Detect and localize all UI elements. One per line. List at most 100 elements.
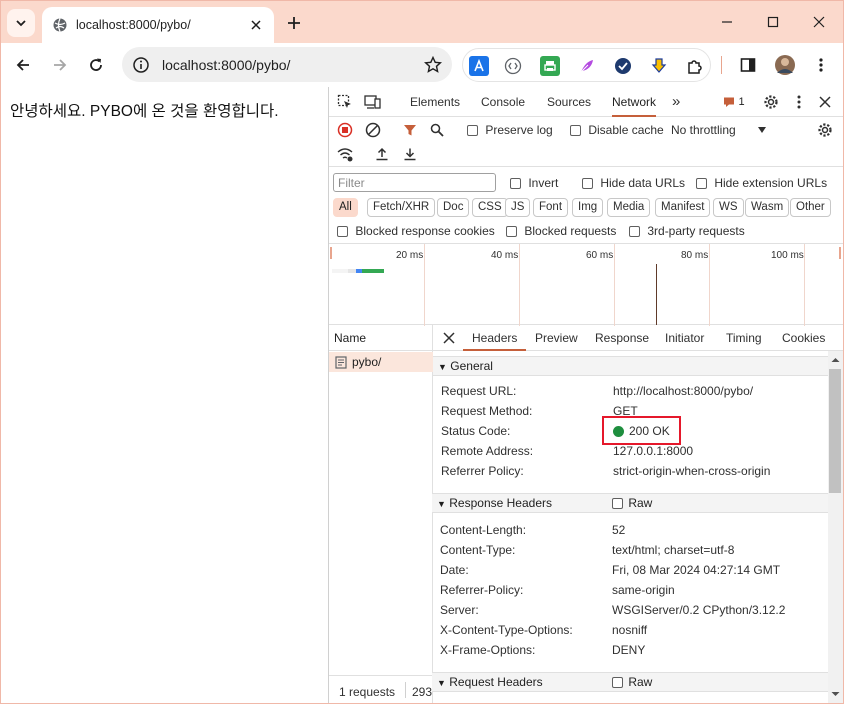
tab-console[interactable]: Console bbox=[481, 87, 525, 117]
reload-button[interactable] bbox=[82, 51, 110, 79]
download-extension-icon[interactable] bbox=[649, 56, 669, 76]
star-icon[interactable] bbox=[424, 55, 442, 74]
detail-scrollbar[interactable] bbox=[828, 351, 843, 703]
response-raw-check[interactable] bbox=[612, 498, 623, 510]
response-headers-header[interactable]: ▼ Response Headers Raw bbox=[432, 493, 828, 513]
type-filter-js[interactable]: JS bbox=[505, 198, 531, 217]
tab-headers[interactable]: Headers bbox=[463, 325, 527, 351]
close-window-button[interactable] bbox=[796, 7, 842, 37]
side-panel-button[interactable] bbox=[734, 51, 762, 79]
filter-funnel-icon[interactable] bbox=[401, 121, 419, 139]
tab-title: localhost:8000/pybo/ bbox=[76, 18, 191, 32]
network-conditions-wifi-icon[interactable] bbox=[336, 145, 354, 163]
puzzle-extensions-icon[interactable] bbox=[685, 56, 705, 76]
tab-elements[interactable]: Elements bbox=[410, 87, 460, 117]
tab-response[interactable]: Response bbox=[595, 325, 649, 351]
feather-extension-icon[interactable] bbox=[577, 56, 597, 76]
address-bar[interactable]: localhost:8000/pybo/ bbox=[122, 47, 452, 82]
type-filter-manifest[interactable]: Manifest bbox=[655, 198, 711, 217]
type-filter-css[interactable]: CSS bbox=[472, 198, 508, 217]
tab-close-icon[interactable] bbox=[246, 15, 266, 35]
hide-extension-urls-checkbox[interactable]: Hide extension URLs bbox=[696, 176, 827, 190]
device-toolbar-icon[interactable] bbox=[364, 93, 382, 111]
scroll-down-arrow-icon[interactable] bbox=[828, 688, 843, 700]
maximize-button[interactable] bbox=[750, 7, 796, 37]
inspect-element-icon[interactable] bbox=[336, 93, 354, 111]
network-settings-gear-icon[interactable] bbox=[816, 121, 834, 139]
invert-checkbox[interactable]: Invert bbox=[510, 176, 558, 190]
hide-extension-urls-check[interactable] bbox=[696, 178, 707, 190]
status-code-highlight-box bbox=[602, 416, 681, 445]
blocked-response-cookies-checkbox[interactable]: Blocked response cookies bbox=[337, 224, 495, 238]
issues-button[interactable]: 1 bbox=[719, 93, 749, 111]
more-tabs-button[interactable]: » bbox=[672, 87, 680, 117]
record-stop-icon[interactable] bbox=[336, 121, 354, 139]
type-filter-media[interactable]: Media bbox=[607, 198, 651, 217]
request-raw-check[interactable] bbox=[612, 677, 623, 689]
disable-cache-checkbox[interactable]: Disable cache bbox=[570, 123, 664, 137]
close-detail-icon[interactable] bbox=[440, 329, 458, 347]
tab-timing[interactable]: Timing bbox=[726, 325, 762, 351]
third-party-requests-checkbox[interactable]: 3rd-party requests bbox=[629, 224, 745, 238]
type-filter-doc[interactable]: Doc bbox=[437, 198, 470, 217]
scroll-up-arrow-icon[interactable] bbox=[828, 354, 843, 366]
type-filter-wasm[interactable]: Wasm bbox=[745, 198, 790, 217]
tab-preview[interactable]: Preview bbox=[535, 325, 578, 351]
blocked-requests-checkbox[interactable]: Blocked requests bbox=[506, 224, 616, 238]
menu-button[interactable] bbox=[807, 51, 835, 79]
header-key: Request Method: bbox=[441, 404, 533, 418]
network-overview-timeline[interactable]: 20 ms 40 ms 60 ms 80 ms 100 ms bbox=[329, 243, 843, 326]
new-tab-button[interactable] bbox=[282, 11, 306, 35]
translate-extension-icon[interactable] bbox=[469, 56, 489, 76]
issues-count: 1 bbox=[738, 96, 745, 108]
browser-tab[interactable]: localhost:8000/pybo/ bbox=[42, 7, 274, 43]
hide-data-urls-checkbox[interactable]: Hide data URLs bbox=[582, 176, 685, 190]
tab-sources[interactable]: Sources bbox=[547, 87, 591, 117]
request-raw-toggle[interactable]: Raw bbox=[612, 673, 652, 692]
filter-input[interactable]: Filter bbox=[333, 173, 496, 192]
type-filter-img[interactable]: Img bbox=[572, 198, 604, 217]
name-column-header[interactable]: Name bbox=[329, 325, 433, 351]
back-button[interactable] bbox=[9, 51, 37, 79]
type-filter-ws[interactable]: WS bbox=[713, 198, 744, 217]
tab-network[interactable]: Network bbox=[612, 87, 657, 117]
hide-data-urls-check[interactable] bbox=[582, 178, 593, 190]
request-headers-header[interactable]: ▼ Request Headers Raw bbox=[432, 672, 828, 692]
type-filter-fetch-xhr[interactable]: Fetch/XHR bbox=[367, 198, 436, 217]
export-har-download-icon[interactable] bbox=[401, 145, 419, 163]
import-har-upload-icon[interactable] bbox=[373, 145, 391, 163]
general-section-header[interactable]: ▼ General bbox=[433, 356, 829, 376]
tab-cookies[interactable]: Cookies bbox=[782, 325, 825, 351]
blocked-response-cookies-check[interactable] bbox=[337, 226, 348, 238]
disable-cache-check[interactable] bbox=[570, 125, 581, 137]
clear-icon[interactable] bbox=[364, 121, 382, 139]
request-row[interactable]: pybo/ bbox=[329, 352, 433, 372]
third-party-requests-check[interactable] bbox=[629, 226, 640, 238]
type-filter-all[interactable]: All bbox=[333, 198, 358, 217]
url-text[interactable]: localhost:8000/pybo/ bbox=[162, 57, 424, 73]
throttling-select[interactable]: No throttling bbox=[671, 123, 767, 137]
check-extension-icon[interactable] bbox=[613, 56, 633, 76]
tab-search-button[interactable] bbox=[7, 9, 35, 37]
tab-initiator[interactable]: Initiator bbox=[665, 325, 704, 351]
printer-extension-icon[interactable] bbox=[540, 56, 560, 76]
devtools-menu-icon[interactable] bbox=[790, 93, 808, 111]
settings-gear-icon[interactable] bbox=[762, 93, 780, 111]
response-raw-toggle[interactable]: Raw bbox=[612, 494, 652, 513]
profile-button[interactable] bbox=[771, 51, 799, 79]
invert-check[interactable] bbox=[510, 178, 521, 190]
type-filter-other[interactable]: Other bbox=[790, 198, 831, 217]
preserve-log-checkbox[interactable]: Preserve log bbox=[467, 123, 553, 137]
site-info-icon[interactable] bbox=[132, 56, 150, 74]
minimize-button[interactable] bbox=[704, 7, 750, 37]
preserve-log-check[interactable] bbox=[467, 125, 478, 137]
forward-button[interactable] bbox=[46, 51, 74, 79]
blocked-requests-check[interactable] bbox=[506, 226, 517, 238]
overview-left-handle[interactable] bbox=[330, 247, 332, 259]
scrollbar-thumb[interactable] bbox=[829, 369, 841, 493]
type-filter-font[interactable]: Font bbox=[533, 198, 569, 217]
code-extension-icon[interactable] bbox=[503, 56, 523, 76]
search-icon[interactable] bbox=[428, 121, 446, 139]
overview-right-handle[interactable] bbox=[839, 247, 841, 259]
devtools-close-icon[interactable] bbox=[816, 93, 834, 111]
